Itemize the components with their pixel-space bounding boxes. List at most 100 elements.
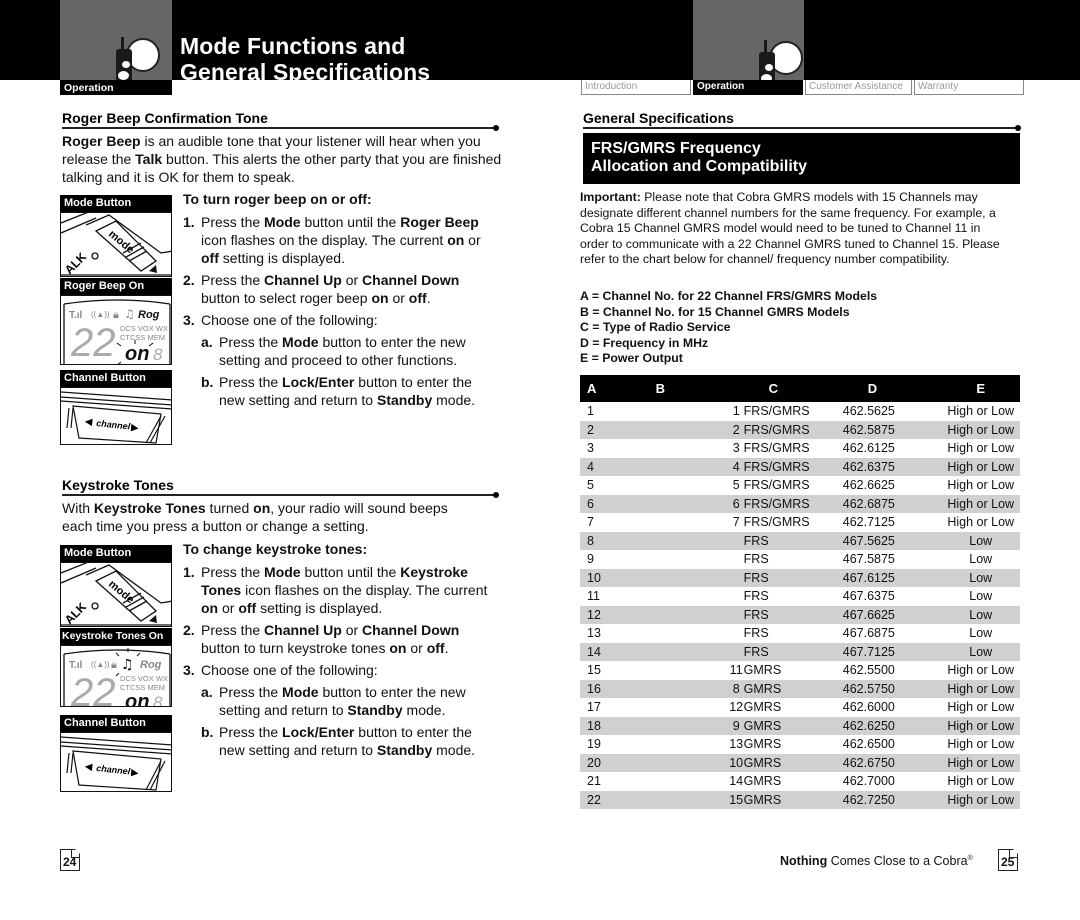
cell-channel-b [648,587,744,606]
roger-beep-intro: Roger Beep is an audible tone that your … [62,132,502,186]
cell-frequency: 462.6000 [842,698,942,717]
bold-text: Roger Beep [400,214,479,230]
svg-text:((▲)): ((▲)) [91,660,110,669]
cell-channel-a: 20 [580,753,649,773]
bold-text: off [238,600,257,616]
bold-text: on [447,232,465,248]
cell-channel-a: 12 [580,605,649,625]
table-row: 18 9 GMRS 462.6250 High or Low [580,716,1020,736]
cell-frequency: 462.6875 [842,494,942,514]
text-run: Press the [219,374,283,390]
bold-text: Channel Down [362,622,460,638]
important-label: Important: [580,190,641,204]
cell-channel-b: 1 [648,402,744,421]
section-tab-operation-right [693,0,804,92]
cell-channel-a: 5 [580,476,649,495]
nav-tab-operation[interactable]: Operation [693,80,803,95]
column-header-b: B [648,375,744,402]
cell-service-type: GMRS [743,772,843,791]
cell-channel-a: 9 [580,550,649,569]
cell-power-output: Low [941,550,1020,569]
cell-value: 3 [732,441,740,456]
registered-mark: ® [967,854,973,862]
title-line-2: General Specifications [180,59,431,80]
cell-frequency: 462.5500 [842,661,942,680]
cell-power-output: High or Low [941,457,1020,477]
lcd-channel: 22 [70,321,116,365]
cell-power-output: Low [941,531,1020,551]
talk-text: ALK [62,249,90,277]
instruction-step: 2. Press the Channel Up or Channel Down b… [183,271,493,307]
text-run: Press the [219,334,283,350]
text-run: mode. [402,702,446,718]
page-title: Mode Functions and General Specification… [180,0,480,80]
cell-service-type: FRS [743,624,843,643]
nav-tab-customer-assistance[interactable]: Customer Assistance [805,80,912,95]
nav-tab-introduction[interactable]: Introduction [581,80,691,95]
cell-channel-a: 19 [580,735,649,754]
text-run: or [388,290,409,306]
bold-text: Channel Up [264,622,342,638]
cell-service-type: GMRS [743,661,843,680]
cell-channel-b: 9 [648,716,744,736]
cell-value: 8 [732,681,740,696]
keystroke-subheading: To change keystroke tones: [183,541,368,557]
cell-frequency: 462.6125 [842,439,942,458]
cell-channel-a: 7 [580,513,649,532]
svg-text:▶: ▶ [130,767,140,778]
table-row: 21 14 GMRS 462.7000 High or Low [580,772,1020,791]
text-run: button to select roger beep [201,290,372,306]
text-run: Choose one of the following: [201,662,378,678]
keystroke-tones-instructions: To change keystroke tones: 1. Press the M… [183,540,493,763]
cell-channel-a: 2 [580,420,649,440]
image-label: Channel Button [60,715,172,732]
text-run: or [218,600,239,616]
cell-frequency: 462.6500 [842,735,942,754]
tagline-text: Comes Close to a Cobra [827,854,968,868]
text-run: Press the [201,564,265,580]
cell-frequency: 462.5625 [842,402,942,421]
image-label: Keystroke Tones On [60,628,172,645]
image-label: Mode Button [60,195,172,212]
text-run: . [444,640,449,656]
lcd-small-digit: 8 [153,345,163,364]
svg-text:🔒︎: 🔒︎ [111,659,117,671]
cell-channel-a: 15 [580,661,649,680]
instruction-substep: b. Press the Lock/Enter button to enter t… [183,723,493,759]
bold-text: off [426,640,445,656]
image-label: Channel Button [60,370,172,387]
roger-beep-instructions: To turn roger beep on or off: 1. Press th… [183,190,493,413]
nav-tab-warranty[interactable]: Warranty [914,80,1024,95]
cell-power-output: Low [941,642,1020,662]
table-row: 16 8 GMRS 462.5750 High or Low [580,679,1020,699]
frequency-allocation-title-box: FRS/GMRS Frequency Allocation and Compat… [583,133,1020,184]
text-run: setting is displayed. [218,250,345,266]
cell-channel-a: 16 [580,679,649,699]
cell-frequency: 462.7000 [842,772,942,791]
table-row: 14 FRS 467.7125 Low [580,642,1020,662]
cell-value: 1 [732,404,740,418]
keystroke-intro: With Keystroke Tones turned on, your rad… [62,499,462,535]
instruction-substep: a. Press the Mode button to enter the new… [183,683,493,719]
cell-frequency: 462.6750 [842,753,942,773]
cell-power-output: Low [941,587,1020,606]
svg-text:((▲)): ((▲)) [91,310,110,319]
cell-channel-a: 4 [580,457,649,477]
bold-text: off [408,290,427,306]
cell-service-type: FRS/GMRS [743,402,843,421]
text-run: Press the [219,684,283,700]
cell-power-output: High or Low [941,679,1020,699]
channel-button-illustration: ◀ channel ▶ [60,732,172,792]
bold-text: Talk [135,151,163,167]
text-run: With [62,500,94,516]
cell-channel-b [648,624,744,643]
cell-service-type: FRS/GMRS [743,420,843,440]
text-run: or [406,640,427,656]
cell-frequency: 462.6250 [842,716,942,736]
table-row: 8 FRS 467.5625 Low [580,531,1020,551]
legend-item: E = Power Output [580,351,683,366]
cell-power-output: High or Low [941,772,1020,791]
svg-text:◀: ◀ [84,416,94,427]
bold-text: Channel Down [362,272,460,288]
text-run: or [341,272,363,288]
